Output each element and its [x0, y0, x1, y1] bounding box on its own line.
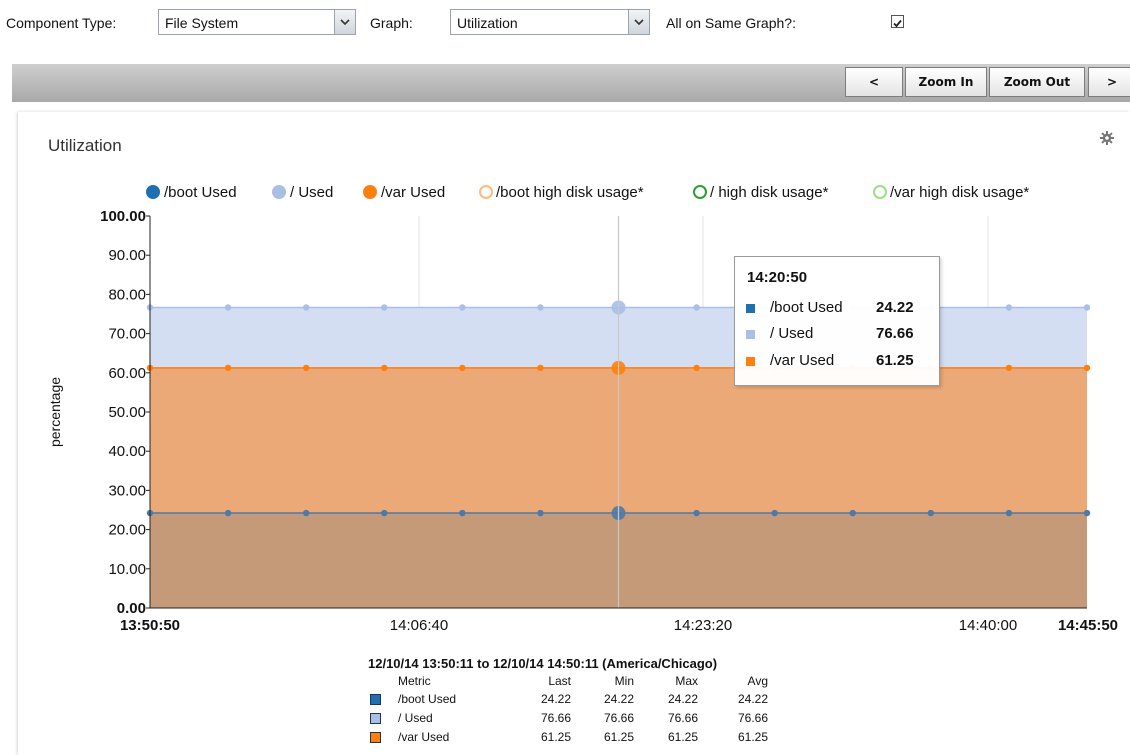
tooltip-swatch — [746, 304, 755, 313]
y-tick-label: 60.00 — [108, 365, 146, 382]
y-tick-label: 100.00 — [100, 208, 146, 225]
summary-max: 76.66 — [667, 711, 698, 725]
point-var-used[interactable] — [537, 364, 544, 372]
point-used[interactable] — [537, 304, 544, 311]
summary-min: 24.22 — [603, 692, 634, 706]
tooltip-swatch — [746, 357, 755, 366]
summary-last: 61.25 — [540, 730, 571, 744]
summary-last: 24.22 — [540, 692, 571, 706]
point-boot-used[interactable] — [771, 509, 778, 517]
x-tick-label: 14:45:50 — [1058, 617, 1118, 634]
point-used[interactable] — [1083, 304, 1091, 311]
point-boot-used[interactable] — [927, 509, 935, 517]
point-boot-used[interactable] — [459, 509, 466, 517]
y-tick-label: 30.00 — [108, 482, 146, 499]
summary-header: Last — [548, 674, 571, 688]
summary-metric: /boot Used — [398, 692, 457, 706]
x-tick-label: 14:06:40 — [390, 617, 448, 634]
point-used[interactable] — [224, 304, 232, 311]
point-boot-used[interactable] — [693, 509, 700, 517]
tooltip-time: 14:20:50 — [747, 269, 808, 286]
tooltip-metric: /var Used — [770, 352, 835, 369]
tooltip-value: 61.25 — [876, 352, 914, 369]
point-var-used[interactable] — [459, 364, 466, 372]
y-tick-label: 20.00 — [108, 522, 146, 539]
y-tick-label: 0.00 — [117, 600, 146, 617]
summary-max: 61.25 — [667, 730, 698, 744]
tooltip-value: 76.66 — [876, 325, 914, 342]
tooltip-swatch — [746, 330, 755, 339]
y-tick-label: 80.00 — [108, 286, 146, 303]
area-chart: 0.00 10.00 20.00 30.00 40.00 50.00 60.00 70.00 8… — [47, 208, 1118, 634]
point-boot-used[interactable] — [224, 509, 232, 517]
y-tick-label: 40.00 — [108, 443, 146, 460]
summary-avg: 61.25 — [737, 730, 768, 744]
y-tick-label: 90.00 — [108, 247, 146, 264]
summary-last: 76.66 — [540, 711, 571, 725]
point-used[interactable] — [381, 304, 388, 311]
point-used[interactable] — [459, 304, 466, 311]
point-var-used[interactable] — [693, 364, 700, 372]
point-boot-used[interactable] — [381, 509, 388, 517]
summary-swatch — [370, 713, 381, 724]
summary-metric: / Used — [398, 711, 433, 725]
point-used[interactable] — [693, 304, 700, 311]
summary-swatch — [370, 732, 381, 743]
point-boot-used[interactable] — [1005, 509, 1013, 517]
summary-header: Metric — [398, 674, 431, 688]
point-var-used[interactable] — [302, 364, 310, 372]
tooltip-metric: /boot Used — [770, 299, 843, 316]
summary-avg: 76.66 — [737, 711, 768, 725]
point-used[interactable] — [1005, 304, 1013, 311]
y-tick-label: 10.00 — [108, 561, 146, 578]
summary-metric: /var Used — [398, 730, 450, 744]
point-boot-used[interactable] — [302, 509, 310, 517]
summary-max: 24.22 — [667, 692, 698, 706]
tooltip-value: 24.22 — [876, 299, 914, 316]
point-boot-used[interactable] — [849, 509, 856, 517]
point-var-used[interactable] — [1083, 364, 1091, 372]
y-tick-label: 50.00 — [108, 404, 146, 421]
summary-min: 61.25 — [603, 730, 634, 744]
point-var-used[interactable] — [224, 364, 232, 372]
point-boot-used[interactable] — [537, 509, 544, 517]
point-var-used[interactable] — [1005, 364, 1013, 372]
summary-avg: 24.22 — [737, 692, 768, 706]
point-boot-used[interactable] — [1083, 509, 1091, 517]
x-tick-label: 14:40:00 — [959, 617, 1017, 634]
summary-swatch — [370, 694, 381, 705]
summary-range: 12/10/14 13:50:11 to 12/10/14 14:50:11 (… — [368, 656, 718, 671]
summary-header: Max — [675, 674, 698, 688]
x-tick-label: 14:23:20 — [674, 617, 732, 634]
tooltip-metric: / Used — [770, 325, 814, 342]
chart-tooltip: 14:20:50 /boot Used 24.22 / Used 76.66 /… — [734, 256, 940, 386]
point-var-used[interactable] — [381, 364, 388, 372]
summary-header: Avg — [747, 674, 768, 688]
summary-header: Min — [614, 674, 634, 688]
summary-min: 76.66 — [603, 711, 634, 725]
x-tick-label: 13:50:50 — [120, 617, 180, 634]
point-used[interactable] — [302, 304, 310, 311]
y-axis-label: percentage — [47, 377, 63, 447]
y-tick-label: 70.00 — [108, 326, 146, 343]
